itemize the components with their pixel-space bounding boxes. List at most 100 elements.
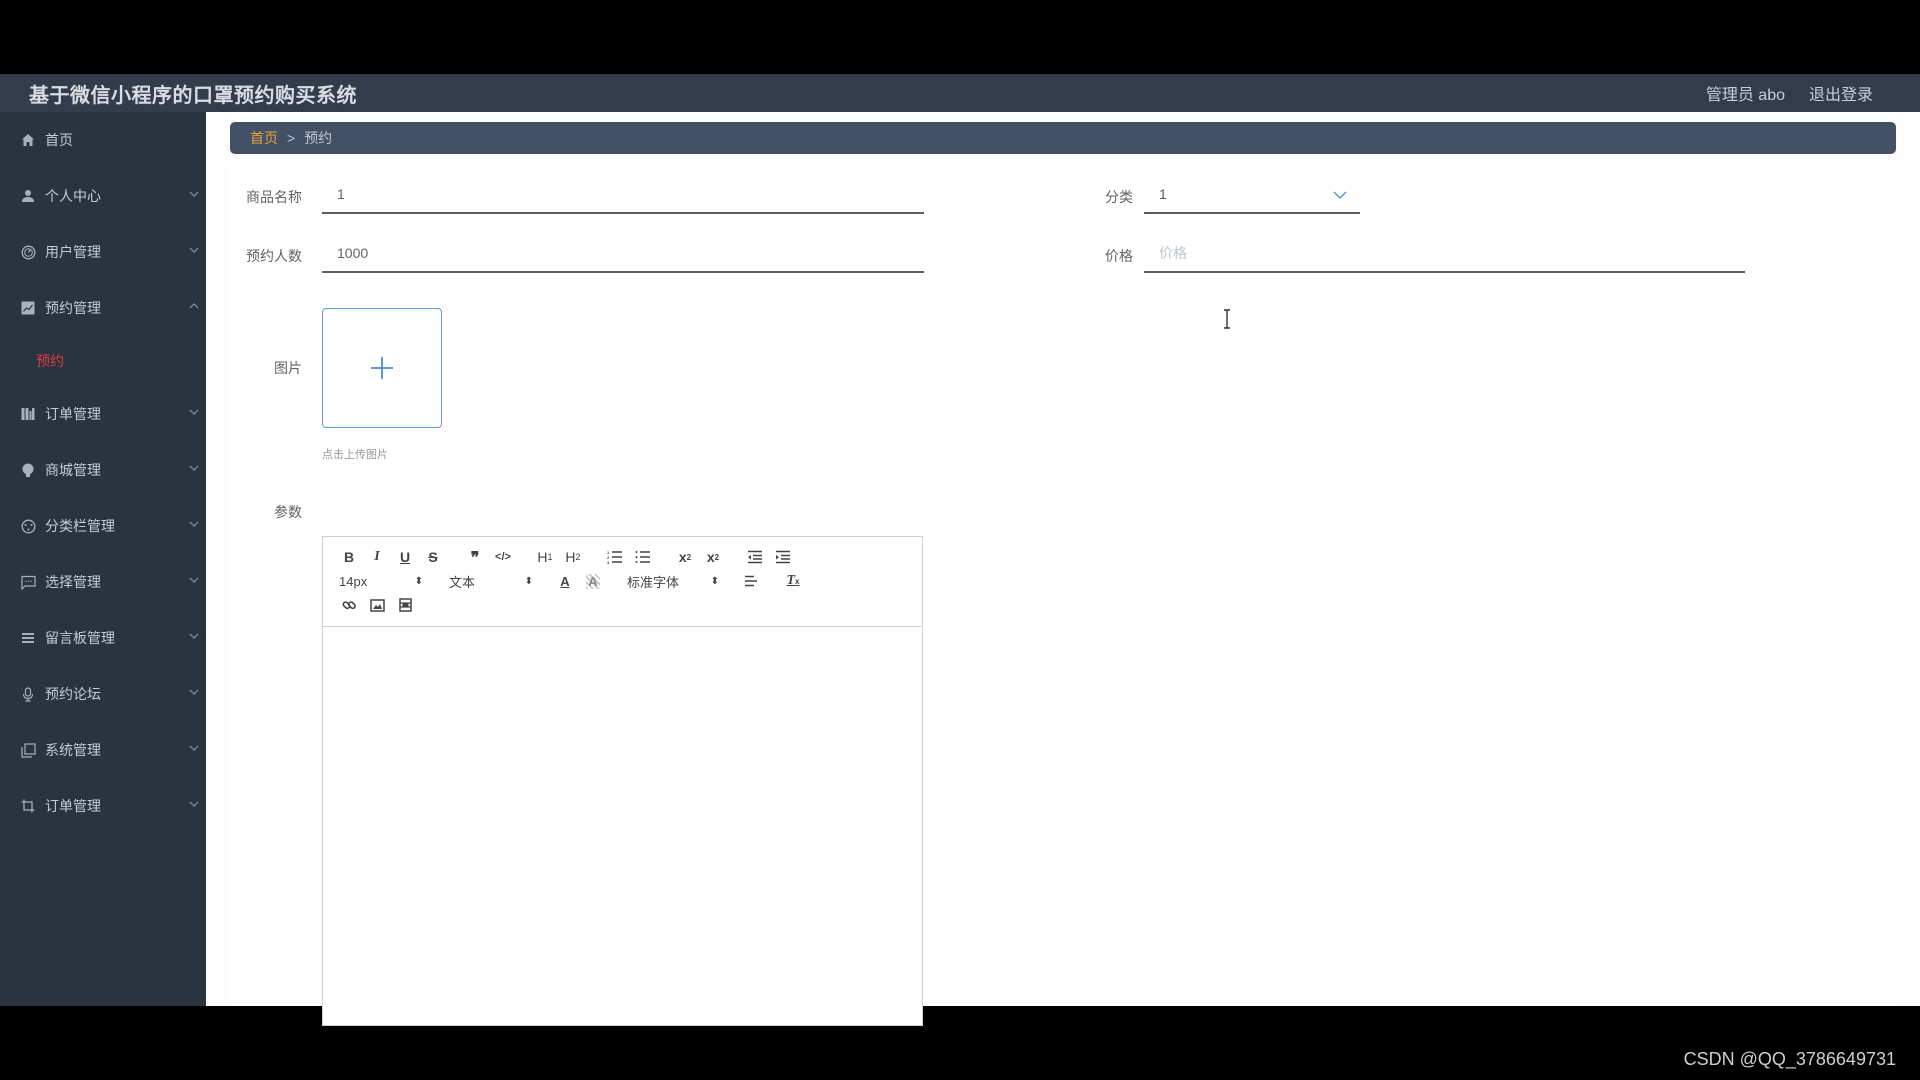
select-arrows-icon: ⬍ xyxy=(414,575,423,587)
chevron-down-icon xyxy=(189,745,199,751)
subscript-button[interactable]: x2 xyxy=(671,545,699,569)
header1-button[interactable]: H1 xyxy=(531,545,559,569)
bulb-icon xyxy=(20,462,36,478)
underline-button[interactable]: U xyxy=(391,545,419,569)
header2-button[interactable]: H2 xyxy=(559,545,587,569)
link-button[interactable] xyxy=(335,593,363,617)
italic-button[interactable]: I xyxy=(363,545,391,569)
ordered-list-icon: 123 xyxy=(607,550,622,564)
background-color-button[interactable]: A xyxy=(579,569,607,593)
video-button[interactable] xyxy=(391,593,419,617)
chevron-down-icon xyxy=(1333,191,1347,200)
chevron-down-icon xyxy=(189,247,199,253)
sidebar-item-label: 订单管理 xyxy=(45,798,101,814)
code-block-button[interactable]: </> xyxy=(489,545,517,569)
image-button[interactable] xyxy=(363,593,391,617)
sidebar-subitem-reservation[interactable]: 预约 xyxy=(0,336,206,386)
toolbar-row-1: B I U S ❞ </> H1 H2 123 x 2 x 2 xyxy=(335,545,910,569)
bullet-list-icon xyxy=(635,551,650,563)
upload-tip: 点击上传图片 xyxy=(322,449,388,461)
font-size-value: 14px xyxy=(339,573,368,589)
main-content: 首页 > 预约 商品名称 分类 1 预约人数 价格 xyxy=(206,112,1920,1026)
sidebar-item-category-management[interactable]: 分类栏管理 xyxy=(0,498,206,554)
product-name-label: 商品名称 xyxy=(246,189,302,205)
sidebar-item-label: 用户管理 xyxy=(45,244,101,260)
sidebar-item-reservation-forum[interactable]: 预约论坛 xyxy=(0,666,206,722)
sidebar-item-message-board-management[interactable]: 留言板管理 xyxy=(0,610,206,666)
chart-icon xyxy=(20,300,36,316)
breadcrumb-separator: > xyxy=(287,130,296,146)
logout-button[interactable]: 退出登录 xyxy=(1809,81,1873,105)
image-label: 图片 xyxy=(274,360,302,376)
font-family-value: 标准字体 xyxy=(627,574,680,590)
bold-button[interactable]: B xyxy=(335,545,363,569)
sidebar-item-label: 个人中心 xyxy=(45,188,101,204)
sidebar-item-label: 首页 xyxy=(45,132,73,148)
sidebar-item-home[interactable]: 首页 xyxy=(0,112,206,168)
current-user-label: 管理员 abo xyxy=(1705,87,1785,104)
indent-button[interactable] xyxy=(769,545,797,569)
sidebar-item-user-management[interactable]: 用户管理 xyxy=(0,224,206,280)
rich-text-editor: B I U S ❞ </> H1 H2 123 x 2 x 2 14px ⬍ 文… xyxy=(322,536,923,1026)
reservation-form: 商品名称 分类 1 预约人数 价格 图片 点击上传图片 xyxy=(230,162,1896,1026)
sidebar-item-label: 留言板管理 xyxy=(45,630,115,646)
message-icon xyxy=(20,574,36,590)
sidebar-item-label: 选择管理 xyxy=(45,574,101,590)
bars-icon xyxy=(20,406,36,422)
image-upload-button[interactable] xyxy=(322,308,442,428)
sidebar-item-order-management[interactable]: 订单管理 xyxy=(0,386,206,442)
blockquote-button[interactable]: ❞ xyxy=(461,545,489,569)
breadcrumb-home-link[interactable]: 首页 xyxy=(250,128,278,148)
bullet-list-button[interactable] xyxy=(629,545,657,569)
chevron-down-icon xyxy=(189,577,199,583)
outdent-icon xyxy=(748,550,762,564)
header-select[interactable]: 文本 ⬍ xyxy=(445,569,537,593)
sidebar-item-system-management[interactable]: 系统管理 xyxy=(0,722,206,778)
sidebar-item-label: 预约管理 xyxy=(45,300,101,316)
app-title: 基于微信小程序的口罩预约购买系统 xyxy=(29,85,357,107)
watermark: CSDN @QQ_3786649731 xyxy=(1683,1049,1896,1069)
sidebar-item-mall-management[interactable]: 商城管理 xyxy=(0,442,206,498)
price-field[interactable] xyxy=(1144,235,1745,273)
sidebar-item-label: 预约论坛 xyxy=(45,686,101,702)
product-name-field[interactable] xyxy=(322,176,924,214)
outdent-button[interactable] xyxy=(741,545,769,569)
sidebar-item-order-management-2[interactable]: 订单管理 xyxy=(0,778,206,834)
copy-icon xyxy=(20,742,36,758)
sidebar-item-personal-center[interactable]: 个人中心 xyxy=(0,168,206,224)
text-color-button[interactable]: A xyxy=(551,569,579,593)
category-select[interactable]: 1 xyxy=(1144,176,1360,214)
strike-button[interactable]: S xyxy=(419,545,447,569)
align-left-icon xyxy=(745,575,757,587)
clear-format-button[interactable]: Tx xyxy=(779,569,807,593)
superscript-button[interactable]: x2 xyxy=(699,545,727,569)
font-family-select[interactable]: 标准字体 ⬍ xyxy=(623,569,723,593)
indent-icon xyxy=(776,550,790,564)
category-label: 分类 xyxy=(1105,189,1133,205)
editor-content-area[interactable] xyxy=(323,627,922,1025)
sidebar-item-reservation-management[interactable]: 预约管理 xyxy=(0,280,206,336)
header-select-value: 文本 xyxy=(449,574,476,590)
align-button[interactable] xyxy=(737,569,765,593)
reservation-count-input[interactable] xyxy=(337,245,924,261)
price-input[interactable] xyxy=(1159,245,1745,261)
ordered-list-button[interactable]: 123 xyxy=(601,545,629,569)
toolbar-row-3 xyxy=(335,593,910,617)
toolbar-row-2: 14px ⬍ 文本 ⬍ A A 标准字体 ⬍ T x xyxy=(335,569,910,593)
link-icon xyxy=(342,600,356,609)
text-cursor-icon xyxy=(1224,309,1230,329)
microphone-icon xyxy=(20,686,36,702)
select-arrows-icon: ⬍ xyxy=(524,575,533,587)
sidebar-item-option-management[interactable]: 选择管理 xyxy=(0,554,206,610)
plus-icon xyxy=(371,357,393,379)
top-bar: 基于微信小程序的口罩预约购买系统 管理员 abo 退出登录 xyxy=(0,74,1920,112)
user-icon xyxy=(20,188,36,204)
chevron-down-icon xyxy=(189,689,199,695)
font-size-select[interactable]: 14px ⬍ xyxy=(335,569,427,593)
chevron-down-icon xyxy=(189,191,199,197)
compass-icon xyxy=(20,518,36,534)
reservation-count-field[interactable] xyxy=(322,235,924,273)
sidebar-item-label: 商城管理 xyxy=(45,462,101,478)
product-name-input[interactable] xyxy=(337,186,924,202)
chevron-up-icon xyxy=(189,303,199,309)
